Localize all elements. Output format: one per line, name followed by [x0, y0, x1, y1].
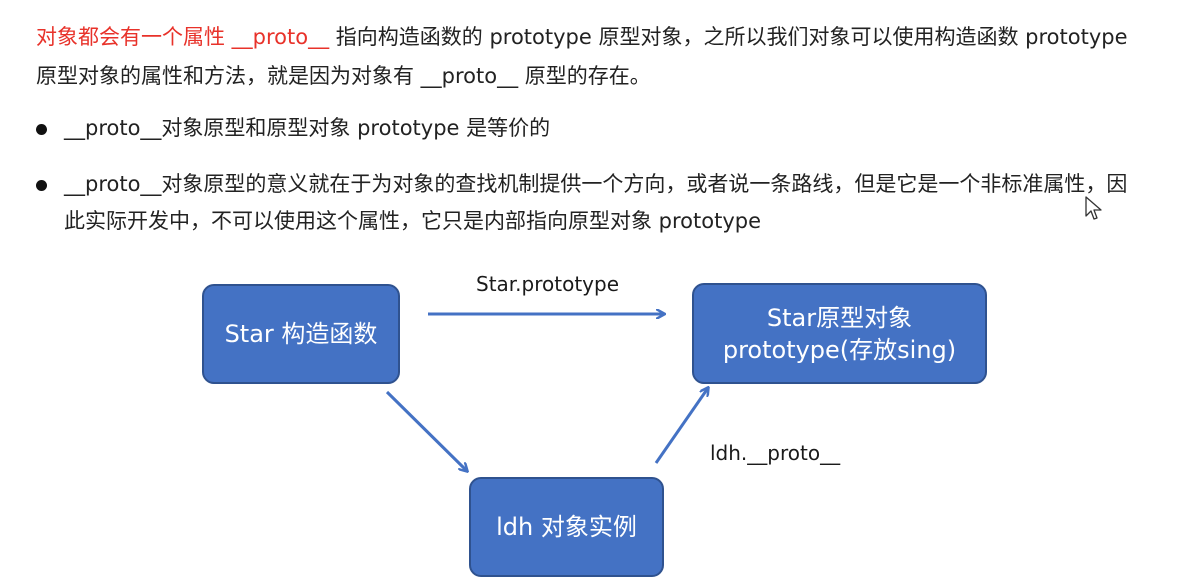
arrow-instance-to-prototype: [654, 388, 708, 464]
mouse-cursor-icon: [1085, 196, 1102, 220]
node-label: Star原型对象 prototype(存放sing): [722, 303, 957, 364]
node-star-constructor: Star 构造函数: [202, 284, 400, 384]
node-label: Star 构造函数: [224, 320, 378, 348]
node-ldh-instance: ldh 对象实例: [469, 477, 664, 577]
arrow-constructor-to-instance: [385, 390, 467, 471]
node-label: ldh 对象实例: [496, 513, 637, 541]
node-star-prototype: Star原型对象 prototype(存放sing): [692, 283, 987, 384]
edge-label-ldh-proto: ldh.__proto__: [710, 441, 841, 465]
edge-label-star-prototype: Star.prototype: [476, 272, 620, 296]
